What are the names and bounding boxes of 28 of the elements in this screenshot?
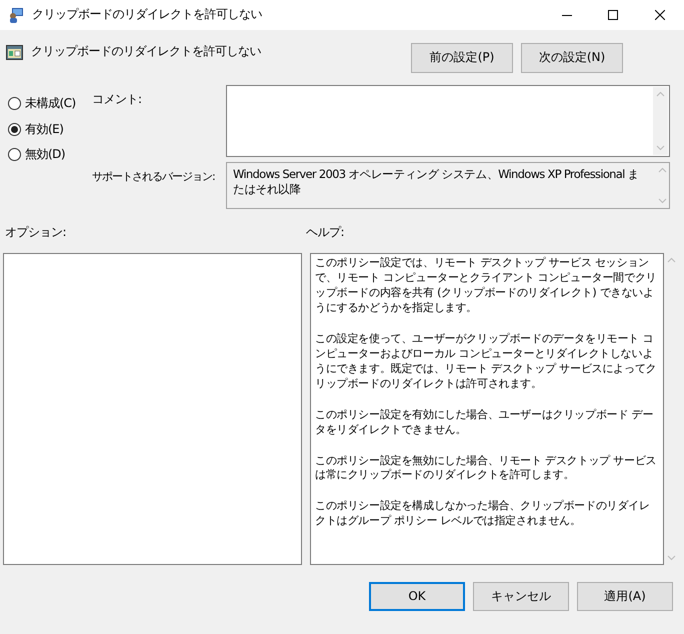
policy-title: クリップボードのリダイレクトを許可しない [31,44,261,60]
supported-versions-text: Windows Server 2003 オペレーティング システム、Windows XP Professional またはそれ以降 [232,166,640,198]
help-paragraph: このポリシー設定を無効にした場合、リモート デスクトップ サービスは常にクリップボードのリダイレクトを許可します。 [315,454,658,484]
radio-label[interactable]: 未構成(C) [25,96,76,112]
help-paragraph: このポリシー設定では、リモート デスクトップ サービス セッションで、リモート コンピューターとクライアント コンピューター間でクリップボードの内容を共有 (クリップボードのリダイレクト) できないようにするかどうかを指定します。 [315,256,658,316]
maximize-icon[interactable] [608,10,618,20]
dialog-button[interactable]: 適用(A) [577,582,673,611]
policy-icon [6,45,23,60]
close-icon[interactable] [655,10,665,20]
radio-button[interactable] [8,122,21,136]
radio-label[interactable]: 無効(D) [25,147,66,163]
help-paragraph: このポリシー設定を構成しなかった場合、クリップボードのリダイレクトはグループ ポリシー レベルでは指定されません。 [315,499,651,530]
comment-label: コメント: [92,92,143,108]
radio-label[interactable]: 有効(E) [25,122,64,138]
radio-button[interactable] [8,148,21,162]
supported-label: サポートされるバージョン: [92,170,216,184]
dialog-button[interactable]: キャンセル [473,582,569,611]
dialog-button[interactable]: OK [369,582,465,611]
window-title: クリップボードのリダイレクトを許可しない [32,7,262,23]
nav-button[interactable]: 前の設定(P) [411,43,513,73]
help-label: ヘルプ: [306,225,344,241]
help-paragraph: この設定を使って、ユーザーがクリップボードのデータをリモート コンピューターおよびローカル コンピューターとリダイレクトしないようにできます。既定では、リモート デスクトップ サービスによってクリップボードのリダイレクトは許可されます。 [315,332,658,392]
nav-button[interactable]: 次の設定(N) [521,43,623,73]
minimize-icon[interactable] [562,14,572,16]
app-icon [8,7,24,23]
options-label: オプション: [4,225,68,241]
radio-button[interactable] [8,97,21,110]
help-paragraph: このポリシー設定を有効にした場合、ユーザーはクリップボード データをリダイレクトできません。 [315,408,654,438]
